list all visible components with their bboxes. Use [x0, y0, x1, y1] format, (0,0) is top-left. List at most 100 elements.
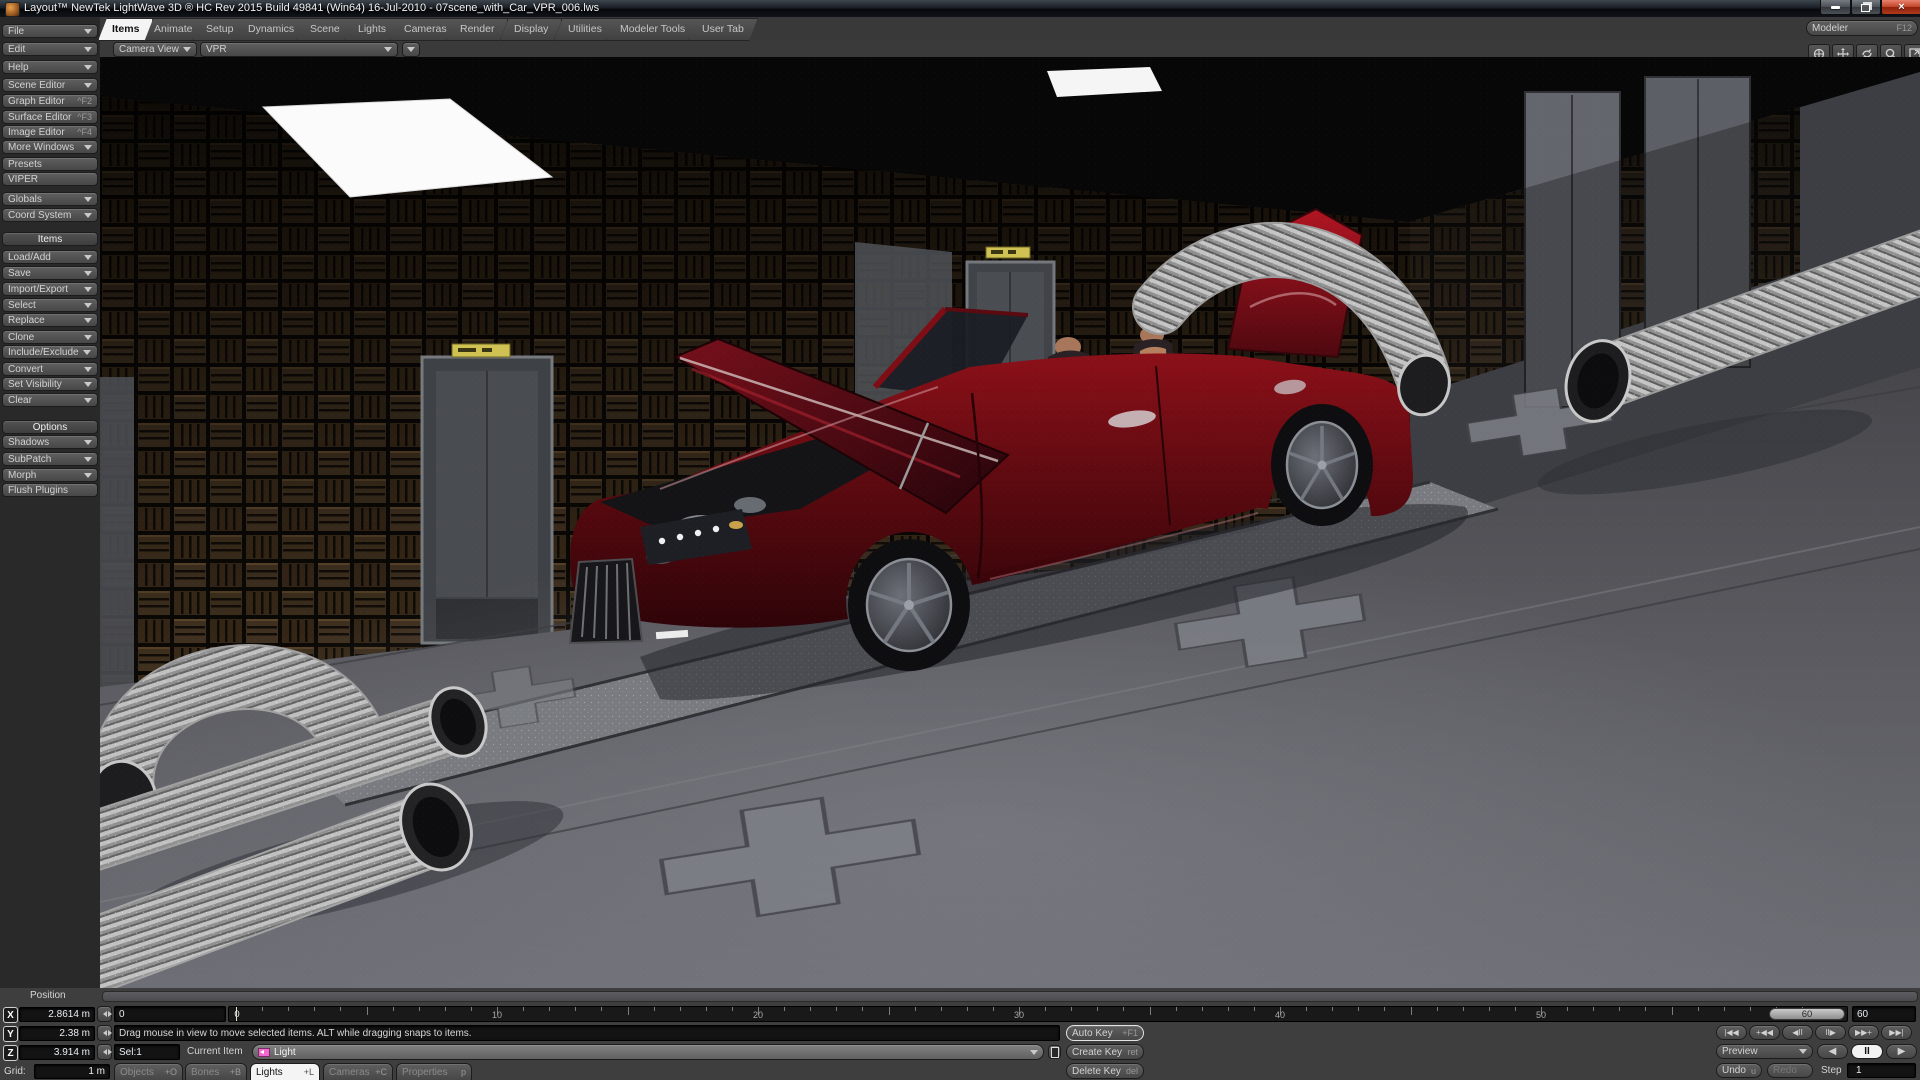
- sidebar-item-clear[interactable]: Clear: [2, 393, 98, 407]
- chevron-down-icon: [84, 197, 92, 202]
- tab-user-tab[interactable]: User Tab: [688, 18, 758, 41]
- options-section-header: Options: [2, 420, 98, 434]
- sidebar: File Edit Help Scene Editor Graph Editor…: [0, 17, 100, 988]
- timeline[interactable]: 1020304050 0 60: [228, 1006, 1848, 1022]
- main-tabbar: Items Animate Setup Dynamics Scene Light…: [0, 17, 1920, 42]
- chevron-down-icon: [84, 65, 92, 70]
- nudge-z-button[interactable]: [97, 1044, 112, 1060]
- sidebar-item-globals[interactable]: Globals: [2, 192, 98, 206]
- current-item-mini-button[interactable]: [1048, 1045, 1061, 1059]
- current-frame-field[interactable]: 0: [114, 1006, 226, 1022]
- sidebar-item-select[interactable]: Select: [2, 298, 98, 312]
- sidebar-item-edit[interactable]: Edit: [2, 42, 98, 56]
- window-title: Layout™ NewTek LightWave 3D ® HC Rev 201…: [24, 2, 599, 14]
- timeline-scroll-strip[interactable]: [102, 991, 1918, 1002]
- modeler-button[interactable]: ModelerF12: [1806, 20, 1918, 36]
- scene-render: [100, 57, 1920, 988]
- viewport-3d[interactable]: [100, 57, 1920, 988]
- end-frame-field[interactable]: 60: [1852, 1006, 1916, 1022]
- prev-key-button[interactable]: +◀◀: [1749, 1025, 1780, 1040]
- sidebar-item-file[interactable]: File: [2, 24, 98, 38]
- sidebar-item-viper[interactable]: VIPER: [2, 172, 98, 186]
- sidebar-item-presets[interactable]: Presets: [2, 157, 98, 171]
- auto-key-button[interactable]: Auto Key+F1: [1066, 1025, 1144, 1041]
- tab-utilities[interactable]: Utilities: [554, 18, 616, 41]
- sidebar-item-flush-plugins[interactable]: Flush Plugins: [2, 483, 98, 497]
- preview-dropdown[interactable]: Preview: [1716, 1044, 1813, 1059]
- chevron-down-icon: [84, 440, 92, 445]
- sidebar-item-set-visibility[interactable]: Set Visibility: [2, 377, 98, 391]
- tab-modeler-tools[interactable]: Modeler Tools: [606, 18, 699, 41]
- create-key-button[interactable]: Create Keyret: [1066, 1044, 1144, 1060]
- item-tab-lights[interactable]: Lights+L: [250, 1063, 320, 1080]
- item-tab-properties[interactable]: Propertiesp: [396, 1063, 472, 1080]
- renderer-dropdown[interactable]: VPR: [200, 42, 398, 57]
- chevron-down-icon: [84, 29, 92, 34]
- nudge-x-button[interactable]: [97, 1006, 112, 1022]
- selection-count-field: Sel:1: [114, 1044, 180, 1060]
- sidebar-item-graph-editor[interactable]: Graph Editor^F2: [2, 94, 98, 108]
- step-field[interactable]: 1: [1847, 1063, 1916, 1078]
- sidebar-item-morph[interactable]: Morph: [2, 468, 98, 482]
- item-tab-cameras[interactable]: Cameras+C: [323, 1063, 393, 1080]
- sidebar-item-image-editor[interactable]: Image Editor^F4: [2, 125, 98, 139]
- pause-button[interactable]: II: [1851, 1044, 1883, 1059]
- sidebar-item-surface-editor[interactable]: Surface Editor^F3: [2, 110, 98, 124]
- chevron-down-icon: [407, 47, 415, 52]
- close-button[interactable]: ×: [1881, 0, 1920, 15]
- item-tab-objects[interactable]: Objects+O: [114, 1063, 183, 1080]
- sidebar-item-help[interactable]: Help: [2, 60, 98, 74]
- position-y-field[interactable]: 2.38 m: [19, 1026, 95, 1041]
- viewport-options-dropdown[interactable]: [402, 42, 420, 57]
- go-end-button[interactable]: ▶▶|: [1881, 1025, 1912, 1040]
- restore-button[interactable]: [1851, 0, 1881, 15]
- position-x-field[interactable]: 2.8614 m: [19, 1007, 95, 1022]
- chevron-down-icon: [84, 398, 92, 403]
- tab-items[interactable]: Items: [98, 18, 153, 41]
- light-item-icon: [258, 1048, 270, 1057]
- prev-frame-button[interactable]: ◀II: [1782, 1025, 1813, 1040]
- sidebar-item-import-export[interactable]: Import/Export: [2, 282, 98, 296]
- sidebar-item-include-exclude[interactable]: Include/Exclude: [2, 345, 98, 359]
- minimize-button[interactable]: [1820, 0, 1851, 15]
- sidebar-item-convert[interactable]: Convert: [2, 362, 98, 376]
- chevron-down-icon: [84, 47, 92, 52]
- sidebar-item-load-add[interactable]: Load/Add: [2, 250, 98, 264]
- sidebar-item-coord-system[interactable]: Coord System: [2, 208, 98, 222]
- chevron-down-icon: [84, 335, 92, 340]
- chevron-down-icon: [84, 457, 92, 462]
- sidebar-item-replace[interactable]: Replace: [2, 313, 98, 327]
- sidebar-item-save[interactable]: Save: [2, 266, 98, 280]
- delete-key-button[interactable]: Delete Keydel: [1066, 1063, 1144, 1079]
- current-item-label: Current Item: [187, 1046, 243, 1057]
- axis-y-label: Y: [3, 1026, 18, 1042]
- axis-z-label: Z: [3, 1045, 18, 1061]
- nudge-y-button[interactable]: [97, 1025, 112, 1041]
- app-icon: [5, 2, 20, 17]
- tab-render[interactable]: Render: [446, 18, 508, 41]
- play-forward-button[interactable]: ▶: [1886, 1044, 1917, 1059]
- chevron-down-icon: [84, 83, 92, 88]
- item-tab-bones[interactable]: Bones+B: [185, 1063, 247, 1080]
- tab-display[interactable]: Display: [500, 18, 562, 41]
- tab-dynamics[interactable]: Dynamics: [234, 18, 308, 41]
- position-z-field[interactable]: 3.914 m: [19, 1045, 95, 1060]
- timeline-end-handle[interactable]: 60: [1769, 1008, 1845, 1020]
- sidebar-item-scene-editor[interactable]: Scene Editor: [2, 78, 98, 92]
- titlebar[interactable]: Layout™ NewTek LightWave 3D ® HC Rev 201…: [0, 0, 1920, 18]
- sidebar-item-clone[interactable]: Clone: [2, 330, 98, 344]
- chevron-down-icon: [1799, 1049, 1807, 1054]
- next-key-button[interactable]: ▶▶+: [1848, 1025, 1879, 1040]
- position-label: Position: [30, 990, 66, 1001]
- next-frame-button[interactable]: II▶: [1815, 1025, 1846, 1040]
- sidebar-item-subpatch[interactable]: SubPatch: [2, 452, 98, 466]
- sidebar-item-more-windows[interactable]: More Windows: [2, 140, 98, 154]
- redo-button[interactable]: Redo: [1767, 1063, 1813, 1078]
- tab-scene[interactable]: Scene: [296, 18, 354, 41]
- view-mode-dropdown[interactable]: Camera View: [113, 42, 197, 57]
- sidebar-item-shadows[interactable]: Shadows: [2, 435, 98, 449]
- play-reverse-button[interactable]: ◀: [1817, 1044, 1848, 1059]
- go-start-button[interactable]: |◀◀: [1716, 1025, 1747, 1040]
- undo-button[interactable]: Undou: [1716, 1063, 1762, 1078]
- current-item-dropdown[interactable]: Light: [252, 1044, 1044, 1060]
